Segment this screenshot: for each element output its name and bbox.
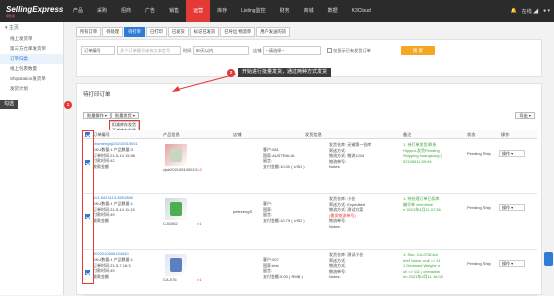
callout-arrow <box>172 73 237 92</box>
header-status: 状态 <box>467 132 476 137</box>
only-shipped-checkbox[interactable]: 仅显示已有发货订单 <box>327 48 371 54</box>
nav-item[interactable]: 产品 <box>66 0 90 22</box>
tab[interactable]: 用户发送的货 <box>256 27 290 37</box>
nav-right: 🔔 在线 ◢ ● ▾ <box>510 0 550 22</box>
order-note: en 2021年4月11 16:02 <box>403 274 443 279</box>
nav-item[interactable]: 商城 <box>297 0 321 22</box>
tab[interactable]: 待打单 <box>124 27 145 37</box>
brand-name: SellingExpress <box>6 4 64 14</box>
shop-select[interactable]: --请选择-- <box>263 46 321 55</box>
product-qty: ×1 <box>197 221 202 226</box>
header-product: 产品信息 <box>163 132 180 137</box>
nav-item[interactable]: 数据 <box>321 0 345 22</box>
batch-ship-callout: 开始进行批量发货，通过两种方式发货 <box>238 68 332 77</box>
avatar[interactable]: ● ▾ <box>543 8 550 14</box>
sidebar: ▾ 主页 线上发货单 第三方仓库发货单 订单归类 线上包裹数量 Shipstation发… <box>0 22 64 295</box>
tab[interactable]: 已打印 <box>145 27 167 37</box>
shipping-info: Notes: <box>329 223 341 229</box>
order-note: n 2021年4月11 07:36 <box>403 207 441 212</box>
table-row: chamengxji20210515001 SKU数量:1 产品数量:3 订单时间:… <box>83 140 537 194</box>
customer-info: 支付金额:5.00 ( RMB ) <box>263 273 303 279</box>
order-meta: 收款金额 <box>93 163 109 169</box>
product-qty: ×1 <box>197 277 202 282</box>
customer-info: 支付金额:10.00 ( USD ) <box>263 163 305 169</box>
nav-item[interactable]: 招商 <box>114 0 138 22</box>
export-button[interactable]: 导出 ▾ <box>515 112 535 119</box>
nav-item[interactable]: Listing监控 <box>234 0 272 22</box>
sidebar-item[interactable]: Shipstation发货单 <box>0 74 63 84</box>
product-sku[interactable]: CA-076 <box>163 277 177 283</box>
check-callout: 勾选 <box>0 100 19 109</box>
shipping-info: Notes: <box>329 274 341 279</box>
nav-item[interactable]: 库存 <box>210 0 234 22</box>
order-meta: 收款金额 <box>93 217 109 223</box>
tab[interactable]: 已发货 <box>167 27 189 37</box>
list-title: 待打印订单 <box>83 92 111 98</box>
order-status: Pending Ship <box>467 261 491 266</box>
sidebar-head[interactable]: ▾ 主页 <box>0 22 63 34</box>
main-content: 所有订单 待处理 待打单 已打印 已发货 标记已发货 已导出 物流单 用户发送的货 订单编号 … <box>66 22 554 296</box>
nav-item[interactable]: 广告 <box>138 0 162 22</box>
order-tabs: 所有订单 待处理 待打单 已打印 已发货 标记已发货 已导出 物流单 用户发送的货 <box>76 27 290 37</box>
top-nav-bar: SellingExpress 易售易 产品 采购 招商 广告 销售 运营 库存 Listing监… <box>0 0 554 22</box>
nav-item[interactable]: K3Cloud <box>345 0 378 22</box>
header-shipping: 发货信息 <box>305 132 322 137</box>
order-field-select[interactable]: 订单编号 <box>81 46 115 55</box>
shop-label: 店铺 <box>253 48 262 53</box>
sidebar-item[interactable]: 第三方仓库发货单 <box>0 44 63 54</box>
product-sku[interactable]: CJG062 <box>163 221 178 227</box>
batch-ship-button[interactable]: 批量发货 ▾ <box>111 112 140 119</box>
brand-logo[interactable]: SellingExpress 易售易 <box>0 0 63 22</box>
tab[interactable]: 已导出 物流单 <box>220 27 256 37</box>
shop-name: petezengS <box>233 209 253 214</box>
search-button[interactable]: 搜 索 <box>401 46 435 55</box>
tab[interactable]: 所有订单 <box>76 27 102 37</box>
checkbox-column-highlight <box>82 130 94 284</box>
product-qty: ×3 <box>197 167 202 172</box>
nav-item[interactable]: 销售 <box>162 0 186 22</box>
time-range-select[interactable]: 60天以内 <box>193 46 249 55</box>
main-nav: 产品 采购 招商 广告 销售 运营 库存 Listing监控 财务 商城 数据 K3Cloud <box>66 0 378 22</box>
shipping-info: Notes: <box>329 164 341 169</box>
sidebar-item[interactable]: 发货计划 <box>0 84 63 94</box>
product-image[interactable] <box>165 254 187 276</box>
sidebar-item[interactable]: 线上发货单 <box>0 34 63 44</box>
nav-item[interactable]: 采购 <box>90 0 114 22</box>
nav-item[interactable]: 财务 <box>273 0 297 22</box>
batch-operation-button[interactable]: 批量操作 ▾ <box>83 112 112 119</box>
table-row: 3020210606154440 SKU数量:1 产品数量:1 订单时间:21-5-… <box>83 250 537 296</box>
order-search-input[interactable]: 多个订单编号或有文本定号 <box>117 46 181 55</box>
product-sku[interactable]: cjsb202105140013 <box>163 167 197 173</box>
header-actions: 操作 <box>501 132 510 137</box>
sidebar-item[interactable]: 线上包裹数量 <box>0 64 63 74</box>
sidebar-items: 线上发货单 第三方仓库发货单 订单归类 线上包裹数量 Shipstation发货单 发货计… <box>0 34 63 94</box>
header-order-id: 订单编号 <box>93 132 110 137</box>
sidebar-item[interactable]: 订单归类 <box>0 54 63 64</box>
brand-subtitle: 易售易 <box>6 13 16 18</box>
table-header: 订单编号 产品信息 店铺 发货信息 备注 状态 操作 <box>83 130 537 139</box>
table-row: 113-5423113-5591866 SKU数量:1 产品数量:1 订单时间:21… <box>83 194 537 250</box>
nav-item[interactable]: 运营 <box>186 0 211 22</box>
tab[interactable]: 标记已发货 <box>189 27 220 37</box>
row-action-select[interactable]: 操作 ▾ <box>499 260 525 267</box>
customer-info: 支付金额:10.79 ( USD ) <box>263 217 305 223</box>
step-badge-1: 1 <box>64 101 72 109</box>
order-status: Pending Ship <box>467 205 491 210</box>
order-note: 02105611:59:34 <box>403 158 432 164</box>
row-action-select[interactable]: 操作 ▾ <box>499 204 525 211</box>
tab[interactable]: 待处理 <box>102 27 124 37</box>
floating-help-button[interactable] <box>544 252 553 266</box>
row-action-select[interactable]: 操作 ▾ <box>499 150 525 157</box>
time-label: 时间 <box>183 48 192 53</box>
header-notes: 备注 <box>403 132 412 137</box>
user-menu[interactable]: 在线 ◢ <box>522 8 538 15</box>
product-image[interactable] <box>165 198 187 220</box>
order-meta: 收款金额 <box>93 273 109 279</box>
product-image[interactable] <box>165 144 187 166</box>
bell-icon[interactable]: 🔔 <box>510 8 516 14</box>
order-status: Pending Ship <box>467 151 491 156</box>
order-list-panel: 待打印订单 批量操作 ▾ 批量发货 ▾ 导出 ▾ 扣减库存发货 不减库存发货 订… <box>76 83 542 296</box>
header-shop: 店铺 <box>233 132 242 137</box>
